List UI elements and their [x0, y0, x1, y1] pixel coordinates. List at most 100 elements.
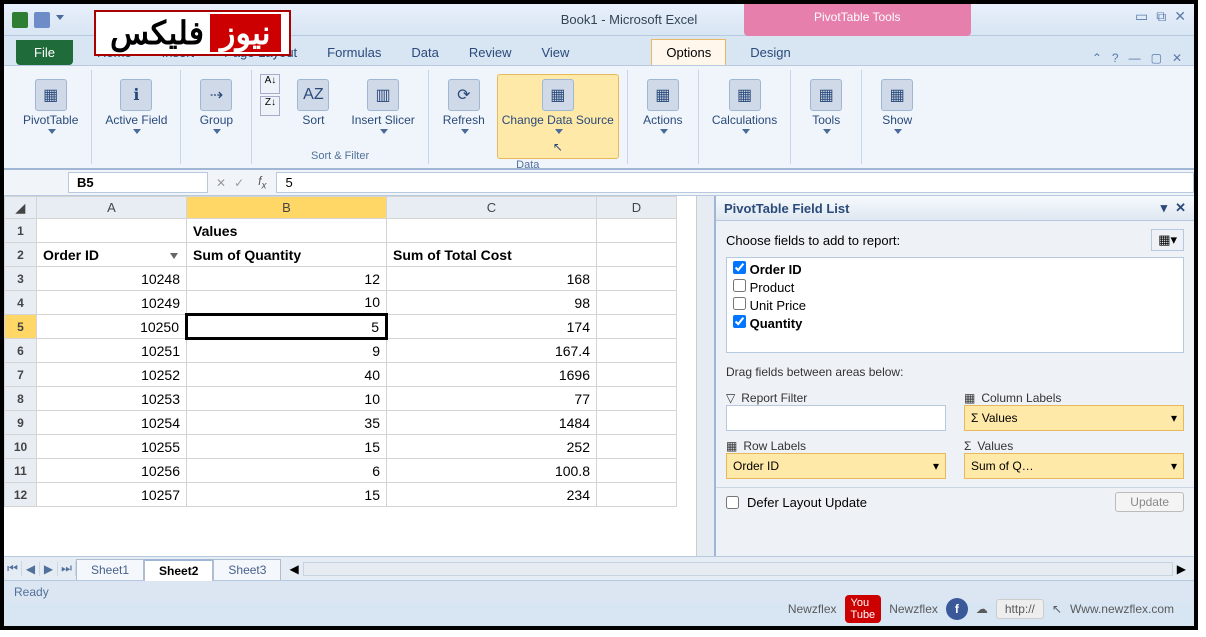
row-header[interactable]: 7: [5, 363, 37, 387]
cell[interactable]: 10: [187, 387, 387, 411]
refresh-button[interactable]: ⟳ Refresh: [437, 74, 491, 143]
row-header[interactable]: 2: [5, 243, 37, 267]
cell[interactable]: 77: [387, 387, 597, 411]
tools-button[interactable]: ▦ Tools: [799, 74, 853, 143]
tab-nav-first-icon[interactable]: ⏮: [4, 561, 22, 576]
field-checkbox[interactable]: [733, 279, 746, 292]
cell[interactable]: 1696: [387, 363, 597, 387]
doc-restore-icon[interactable]: ▢: [1151, 51, 1162, 65]
row-labels-zone[interactable]: Order ID▾: [726, 453, 946, 479]
vertical-scrollbar[interactable]: [696, 196, 714, 556]
cell[interactable]: [597, 387, 677, 411]
col-header-a[interactable]: A: [37, 197, 187, 219]
cell[interactable]: [597, 363, 677, 387]
sort-desc-icon[interactable]: Z↓: [260, 96, 280, 116]
cell[interactable]: [597, 267, 677, 291]
row-header[interactable]: 8: [5, 387, 37, 411]
column-labels-zone[interactable]: Σ Values▾: [964, 405, 1184, 431]
row-header[interactable]: 10: [5, 435, 37, 459]
active-field-button[interactable]: ℹ Active Field: [100, 74, 172, 143]
qat-dropdown-icon[interactable]: [56, 15, 64, 24]
field-checkbox[interactable]: [733, 297, 746, 310]
col-header-b[interactable]: B: [187, 197, 387, 219]
sheet-tab-1[interactable]: Sheet1: [76, 559, 144, 580]
hscroll-right-icon[interactable]: ▶: [1177, 562, 1186, 576]
hscroll-left-icon[interactable]: ◀: [289, 562, 298, 576]
cell[interactable]: [597, 435, 677, 459]
cell[interactable]: 10: [187, 291, 387, 315]
cell[interactable]: 10253: [37, 387, 187, 411]
cell[interactable]: 10256: [37, 459, 187, 483]
cell[interactable]: 234: [387, 483, 597, 507]
pane-dropdown-icon[interactable]: ▾: [1161, 200, 1168, 216]
col-header-c[interactable]: C: [387, 197, 597, 219]
cell[interactable]: 252: [387, 435, 597, 459]
row-header[interactable]: 9: [5, 411, 37, 435]
cell[interactable]: 5: [187, 315, 387, 339]
values-zone[interactable]: Sum of Q…▾: [964, 453, 1184, 479]
tab-nav-prev-icon[interactable]: ◀: [22, 562, 40, 576]
tab-data[interactable]: Data: [405, 40, 444, 65]
minimize-icon[interactable]: ▭: [1135, 8, 1148, 25]
row-header[interactable]: 6: [5, 339, 37, 363]
cell[interactable]: 35: [187, 411, 387, 435]
field-checkbox[interactable]: [733, 261, 746, 274]
row-header[interactable]: 4: [5, 291, 37, 315]
row-header[interactable]: 11: [5, 459, 37, 483]
sheet-tab-2[interactable]: Sheet2: [144, 559, 213, 581]
actions-button[interactable]: ▦ Actions: [636, 74, 690, 143]
worksheet-grid[interactable]: ◢ A B C D 1 Values 2 Order ID: [4, 196, 696, 556]
field-item[interactable]: Quantity: [729, 314, 1181, 332]
row-header[interactable]: 5: [5, 315, 37, 339]
sort-asc-icon[interactable]: A↓: [260, 74, 280, 94]
cell[interactable]: 10254: [37, 411, 187, 435]
calculations-button[interactable]: ▦ Calculations: [707, 74, 782, 143]
select-all-corner[interactable]: ◢: [5, 197, 37, 219]
sort-button[interactable]: AZ Sort: [286, 74, 340, 132]
cell[interactable]: 10248: [37, 267, 187, 291]
accept-formula-icon[interactable]: ✓: [230, 176, 248, 190]
minimize-ribbon-icon[interactable]: ⌃: [1092, 51, 1102, 65]
pivottable-button[interactable]: ▦ PivotTable: [18, 74, 83, 143]
name-box[interactable]: B5: [68, 172, 208, 193]
cell[interactable]: 9: [187, 339, 387, 363]
sum-qty-header[interactable]: Sum of Quantity: [187, 243, 387, 267]
cell[interactable]: 167.4: [387, 339, 597, 363]
cell[interactable]: 100.8: [387, 459, 597, 483]
sort-az-buttons[interactable]: A↓ Z↓: [260, 74, 280, 116]
sheet-tab-3[interactable]: Sheet3: [213, 559, 281, 580]
cell[interactable]: 10255: [37, 435, 187, 459]
cell[interactable]: 10251: [37, 339, 187, 363]
cell[interactable]: 15: [187, 483, 387, 507]
tab-nav-next-icon[interactable]: ▶: [40, 562, 58, 576]
update-button[interactable]: Update: [1115, 492, 1184, 512]
help-icon[interactable]: ?: [1112, 51, 1119, 65]
cell[interactable]: 10250: [37, 315, 187, 339]
formula-input[interactable]: 5: [276, 172, 1194, 193]
row-header[interactable]: 12: [5, 483, 37, 507]
cell[interactable]: 174: [387, 315, 597, 339]
group-button[interactable]: ⇢ Group: [189, 74, 243, 143]
show-button[interactable]: ▦ Show: [870, 74, 924, 143]
pane-close-icon[interactable]: ✕: [1175, 200, 1186, 216]
cell[interactable]: 168: [387, 267, 597, 291]
sum-cost-header[interactable]: Sum of Total Cost: [387, 243, 597, 267]
cell[interactable]: 15: [187, 435, 387, 459]
layout-options-icon[interactable]: ▦▾: [1151, 229, 1184, 251]
change-data-source-button[interactable]: ▦ Change Data Source ↖: [497, 74, 619, 159]
order-id-header[interactable]: Order ID: [37, 243, 187, 267]
cell[interactable]: [597, 339, 677, 363]
close-icon[interactable]: ✕: [1174, 8, 1186, 25]
field-list[interactable]: Order ID Product Unit Price Quantity: [726, 257, 1184, 353]
cell[interactable]: 6: [187, 459, 387, 483]
cell[interactable]: [597, 315, 677, 339]
doc-minimize-icon[interactable]: —: [1129, 51, 1141, 65]
cell[interactable]: 10257: [37, 483, 187, 507]
defer-layout-checkbox[interactable]: [726, 496, 739, 509]
cell[interactable]: [597, 459, 677, 483]
tab-nav-last-icon[interactable]: ⏭: [58, 561, 76, 576]
doc-close-icon[interactable]: ✕: [1172, 51, 1182, 65]
cell[interactable]: 1484: [387, 411, 597, 435]
tab-review[interactable]: Review: [463, 40, 518, 65]
save-icon[interactable]: [34, 12, 50, 28]
